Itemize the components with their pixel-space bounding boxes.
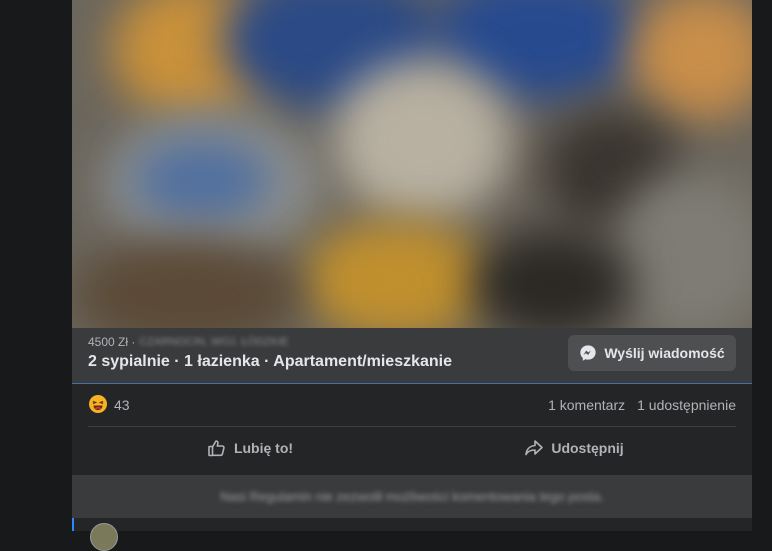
share-label: Udostępnij [551, 440, 624, 456]
accent-bar [72, 518, 74, 531]
engagement-counts: 1 komentarz 1 udostępnienie [548, 397, 736, 413]
listing-info-bar: 4500 Zł · CZARNOCIN, WOJ. ŁÓDZKIE 2 sypi… [72, 328, 752, 384]
right-gutter [752, 0, 772, 531]
reaction-count[interactable]: 43 [114, 397, 130, 413]
send-message-label: Wyślij wiadomość [604, 345, 725, 361]
price-location-row: 4500 Zł · CZARNOCIN, WOJ. ŁÓDZKIE [88, 335, 288, 349]
listing-location: CZARNOCIN, WOJ. ŁÓDZKIE [139, 336, 289, 348]
comments-disabled-notice: Nasi Regulamin nie zezwolił możliwości k… [72, 475, 752, 518]
send-message-button[interactable]: Wyślij wiadomość [568, 335, 736, 371]
messenger-icon [580, 345, 596, 361]
marketplace-post: 4500 Zł · CZARNOCIN, WOJ. ŁÓDZKIE 2 sypi… [72, 0, 752, 551]
divider [88, 426, 736, 427]
comment-count[interactable]: 1 komentarz [548, 397, 625, 413]
listing-title: 2 sypialnie · 1 łazienka · Apartament/mi… [88, 353, 452, 370]
reactions-row: 43 1 komentarz 1 udostępnienie [88, 394, 736, 418]
next-section [72, 518, 752, 531]
action-bar: Lubię to! Udostępnij [88, 432, 736, 464]
laughing-emoji-icon[interactable] [88, 394, 108, 414]
share-button[interactable]: Udostępnij [412, 432, 736, 464]
share-count[interactable]: 1 udostępnienie [637, 397, 736, 413]
listing-price: 4500 Zł · [88, 335, 136, 349]
comments-disabled-text: Nasi Regulamin nie zezwolił możliwości k… [220, 489, 604, 504]
like-button[interactable]: Lubię to! [88, 432, 412, 464]
avatar[interactable] [90, 523, 118, 551]
listing-photo[interactable] [72, 0, 752, 328]
like-label: Lubię to! [233, 440, 294, 456]
left-gutter [0, 0, 72, 531]
share-arrow-icon [525, 440, 544, 456]
thumbs-up-icon [208, 440, 225, 457]
